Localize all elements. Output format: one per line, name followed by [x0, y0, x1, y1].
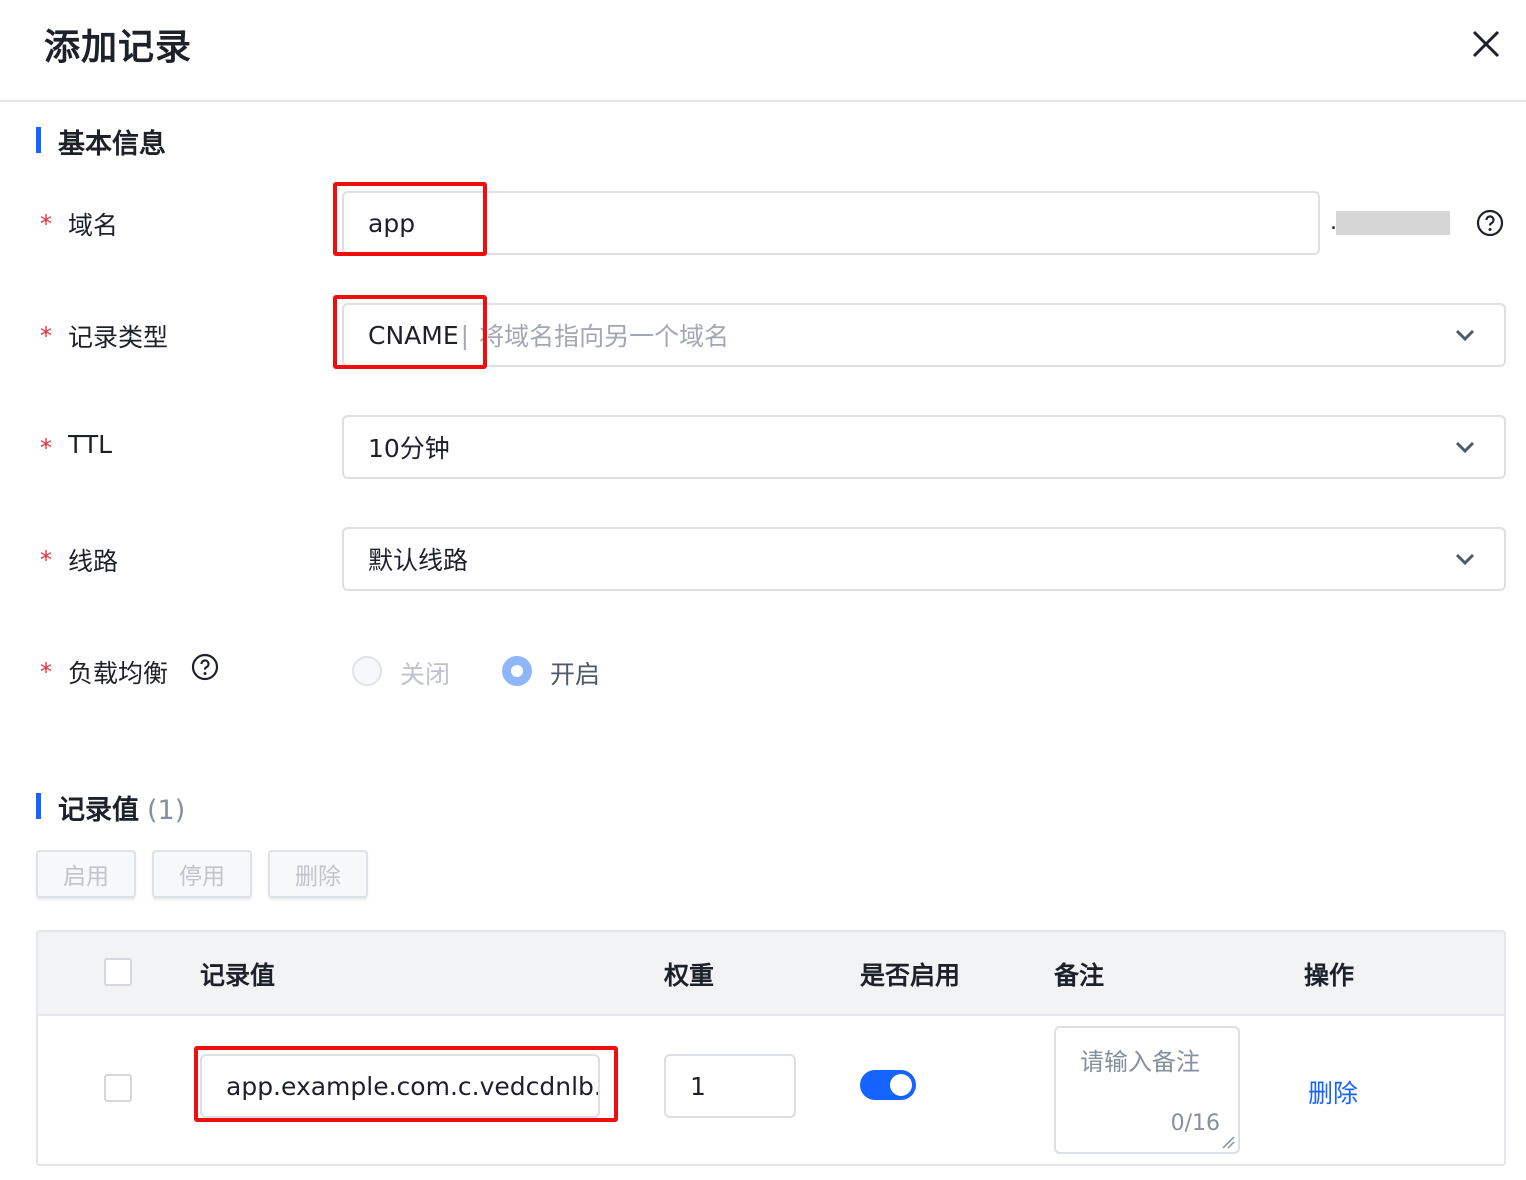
domain-input-value: app	[368, 208, 416, 238]
ttl-label: TTL	[68, 430, 113, 459]
radio-on-label: 开启	[550, 660, 601, 689]
domain-input[interactable]: app	[342, 191, 1320, 255]
record-type-select[interactable]: CNAME | 将域名指向另一个域名	[342, 303, 1506, 367]
column-header-enabled: 是否启用	[860, 961, 961, 990]
table-row: app.example.com.c.vedcdnlb.c 1 请输入备注 0/1…	[38, 1016, 1504, 1164]
record-type-label: 记录类型	[68, 323, 169, 352]
question-circle-icon[interactable]	[191, 653, 219, 681]
enabled-toggle[interactable]	[860, 1070, 916, 1100]
toggle-knob	[890, 1074, 912, 1096]
line-select[interactable]: 默认线路	[342, 527, 1506, 591]
resize-handle-icon[interactable]	[1221, 1135, 1235, 1149]
record-type-caret: |	[460, 320, 470, 350]
column-header-weight: 权重	[664, 961, 715, 990]
section-title-records: 记录值 (1)	[58, 788, 185, 827]
weight-input[interactable]: 1	[664, 1054, 796, 1118]
required-mark: *	[40, 658, 52, 686]
ttl-select[interactable]: 10分钟	[342, 415, 1506, 479]
close-icon[interactable]	[1466, 24, 1506, 64]
question-circle-icon[interactable]	[1476, 209, 1504, 237]
remark-counter: 0/16	[1170, 1111, 1220, 1136]
required-mark: *	[40, 210, 52, 238]
domain-label: 域名	[68, 211, 119, 240]
row-delete-link[interactable]: 删除	[1308, 1074, 1358, 1110]
dialog-title: 添加记录	[44, 27, 193, 68]
required-mark: *	[40, 546, 52, 574]
disable-button[interactable]: 停用	[152, 850, 252, 898]
radio-on-option[interactable]	[502, 656, 532, 686]
radio-off-option[interactable]	[352, 656, 382, 686]
line-value: 默认线路	[368, 546, 469, 575]
record-type-hint: 将域名指向另一个域名	[479, 322, 730, 351]
load-balance-label: 负载均衡	[68, 659, 169, 688]
section-title-basic-info: 基本信息	[58, 129, 166, 160]
chevron-down-icon	[1455, 553, 1475, 566]
weight-value: 1	[690, 1071, 706, 1101]
records-heading: 记录值	[58, 795, 139, 826]
column-header-action: 操作	[1304, 961, 1355, 990]
ttl-value: 10分钟	[368, 434, 450, 463]
remark-textarea[interactable]: 请输入备注 0/16	[1054, 1026, 1240, 1154]
column-header-value: 记录值	[200, 961, 276, 990]
masked-root-domain	[1336, 211, 1450, 235]
select-all-checkbox[interactable]	[104, 958, 132, 986]
section-bar	[36, 127, 41, 153]
records-count: (1)	[147, 795, 186, 826]
section-bar	[36, 793, 41, 819]
enable-button[interactable]: 启用	[36, 850, 136, 898]
record-value-input[interactable]: app.example.com.c.vedcdnlb.c	[200, 1054, 600, 1118]
delete-selected-button[interactable]: 删除	[268, 850, 368, 898]
table-header: 记录值 权重 是否启用 备注 操作	[38, 932, 1504, 1016]
required-mark: *	[40, 322, 52, 350]
required-mark: *	[40, 434, 52, 462]
chevron-down-icon	[1455, 441, 1475, 454]
line-label: 线路	[68, 547, 119, 576]
header-divider	[0, 100, 1526, 102]
column-header-remark: 备注	[1054, 961, 1105, 990]
record-value-text: app.example.com.c.vedcdnlb.c	[226, 1071, 600, 1101]
chevron-down-icon	[1455, 329, 1475, 342]
record-type-value: CNAME	[368, 320, 459, 350]
remark-placeholder: 请输入备注	[1080, 1048, 1200, 1076]
radio-off-label: 关闭	[400, 660, 451, 689]
records-table: 记录值 权重 是否启用 备注 操作 app.example.com.c.vedc…	[36, 930, 1506, 1166]
row-checkbox[interactable]	[104, 1074, 132, 1102]
